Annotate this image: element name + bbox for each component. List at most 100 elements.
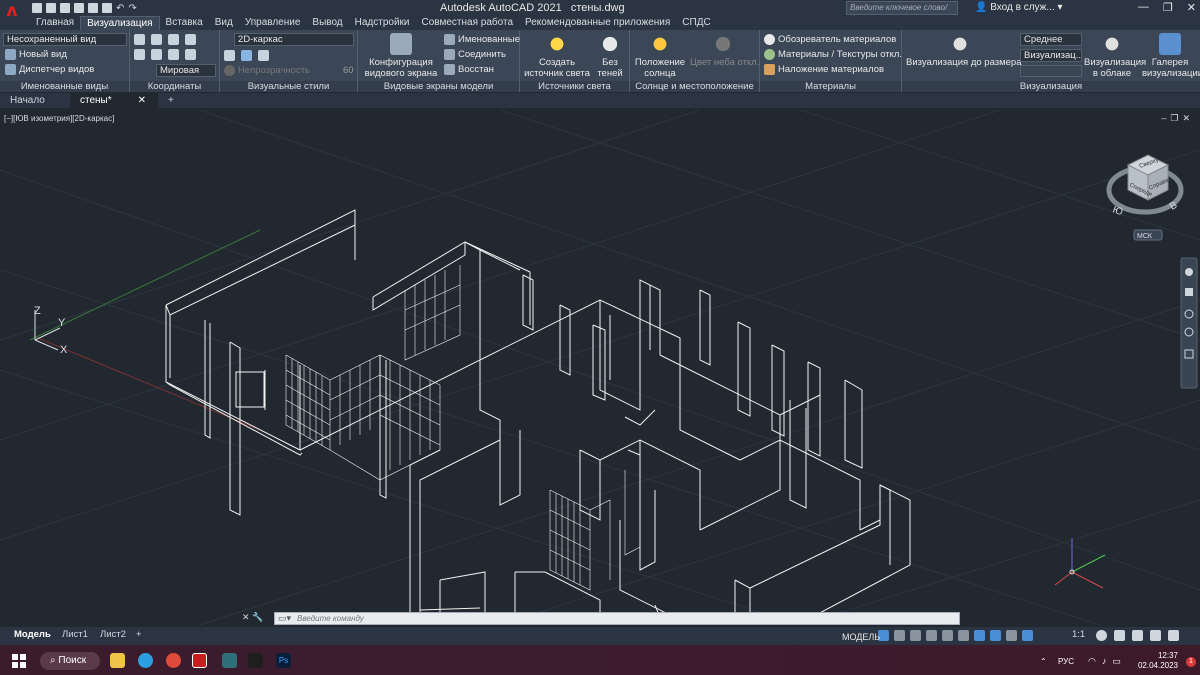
clock[interactable]: 12:37 02.04.2023 (1138, 651, 1178, 671)
face-icon[interactable] (241, 50, 252, 61)
no-shadows-button[interactable]: Без теней (594, 33, 626, 79)
annotation-scale[interactable]: 1:1 (1072, 629, 1085, 640)
maximize-icon[interactable]: ❐ (1163, 1, 1173, 14)
lineweight-toggle-icon[interactable] (990, 630, 1001, 641)
ucs-dropdown[interactable]: Мировая (156, 64, 216, 77)
tab-insert[interactable]: Вставка (160, 16, 209, 30)
render-environment[interactable] (1020, 65, 1082, 77)
render-quality-dropdown[interactable]: Среднее (1020, 33, 1082, 46)
ucs-world-icon[interactable] (151, 34, 162, 45)
battery-icon[interactable]: ▭ (1112, 656, 1121, 667)
drawing-canvas[interactable]: Z Y X Сверху Спереди Справа Ю В МСК (0, 110, 1200, 625)
named-view-dropdown[interactable]: Несохраненный вид (3, 33, 127, 46)
ucs-face-icon[interactable] (185, 49, 196, 60)
save-as-icon[interactable] (74, 3, 84, 13)
render-target-dropdown[interactable]: Визуализац... (1020, 49, 1082, 62)
new-view-button[interactable]: Новый вид (5, 49, 67, 60)
shadow-icon[interactable] (258, 50, 269, 61)
photoshop-icon[interactable]: Ps (276, 653, 291, 668)
close-icon[interactable]: ✕ (1187, 1, 1196, 14)
cart-icon[interactable]: ▾ (1057, 2, 1062, 13)
davinci-icon[interactable] (222, 653, 237, 668)
ortho-toggle-icon[interactable] (910, 630, 921, 641)
visual-style-dropdown[interactable]: 2D-каркас (234, 33, 354, 46)
ucs-icon[interactable] (134, 34, 145, 45)
annotation-visibility-icon[interactable] (1022, 630, 1033, 641)
isolate-icon[interactable] (1132, 630, 1143, 641)
customize-icon[interactable] (1168, 630, 1179, 641)
model-space-toggle[interactable]: МОДЕЛЬ (842, 632, 880, 642)
tab-visualization[interactable]: Визуализация (80, 16, 160, 30)
undo-icon[interactable]: ↶ (116, 3, 124, 14)
tab-manage[interactable]: Управление (239, 16, 307, 30)
tab-layout2[interactable]: Лист2 (100, 629, 126, 640)
viewcube[interactable]: Сверху Спереди Справа Ю В МСК (1106, 154, 1184, 241)
plus-icon[interactable] (1114, 630, 1125, 641)
view-manager-button[interactable]: Диспетчер видов (5, 64, 94, 75)
command-line[interactable]: ▭▾ Введите команду (274, 612, 960, 625)
render-to-size-button[interactable]: Визуализация до размера (906, 33, 1022, 68)
create-light-button[interactable]: Создать источник света (524, 33, 590, 79)
transparency-toggle-icon[interactable] (1006, 630, 1017, 641)
chrome-icon[interactable] (166, 653, 181, 668)
sky-color-button[interactable]: Цвет неба откл. (690, 33, 759, 68)
tab-collaborate[interactable]: Совместная работа (416, 16, 520, 30)
web-icon[interactable] (88, 3, 98, 13)
save-icon[interactable] (60, 3, 70, 13)
redo-icon[interactable]: ↷ (128, 3, 136, 14)
notification-badge[interactable]: 1 (1186, 657, 1196, 667)
figma-icon[interactable] (248, 653, 263, 668)
close-cmd-icon[interactable]: ✕ (242, 612, 250, 622)
command-input[interactable]: Введите команду (297, 613, 364, 625)
render-gallery-button[interactable]: Галерея визуализации (1142, 33, 1200, 79)
ucs-origin-icon[interactable] (134, 49, 145, 60)
print-icon[interactable] (102, 3, 112, 13)
file-explorer-icon[interactable] (110, 653, 125, 668)
tab-start[interactable]: Начало (0, 93, 70, 108)
sun-position-button[interactable]: Положение солнца (632, 33, 688, 79)
materials-textures-button[interactable]: Материалы / Текстуры откл. (764, 49, 902, 60)
minimize-icon[interactable]: — (1138, 1, 1149, 14)
tab-view[interactable]: Вид (209, 16, 239, 30)
ucs-y-icon[interactable] (185, 34, 196, 45)
navigation-bar[interactable] (1180, 257, 1198, 389)
help-search-input[interactable]: Введите ключевое слово/фразу (846, 1, 958, 24)
signin-button[interactable]: 👤 Вход в служ... ▾ (975, 2, 1063, 13)
pan-icon[interactable] (1185, 288, 1193, 296)
isodraft-toggle-icon[interactable] (942, 630, 953, 641)
new-tab-icon[interactable]: + (158, 93, 184, 108)
wrench-icon[interactable]: 🔧 (252, 612, 263, 622)
folder-icon[interactable] (46, 3, 56, 13)
command-prompt-icon[interactable]: ▭▾ (278, 613, 291, 624)
opacity-control[interactable]: Непрозрачность 60 (224, 65, 354, 76)
tab-output[interactable]: Вывод (306, 16, 348, 30)
model-viewport[interactable]: [−][ЮВ изометрия][2D-каркас] –❐✕ Z Y X С… (0, 110, 1200, 625)
cloud-render-button[interactable]: Визуализация в облаке (1084, 33, 1146, 79)
tab-featured-apps[interactable]: Рекомендованные приложения (519, 16, 676, 30)
snap-toggle-icon[interactable] (894, 630, 905, 641)
volume-icon[interactable]: ♪ (1102, 656, 1107, 667)
add-layout-icon[interactable]: + (136, 629, 142, 640)
polar-toggle-icon[interactable] (926, 630, 937, 641)
gear-icon[interactable] (1096, 630, 1107, 641)
fullscreen-icon[interactable] (1150, 630, 1161, 641)
viewport-config-button[interactable]: Конфигурация видового экрана (364, 33, 438, 79)
wifi-icon[interactable]: ◠ (1088, 656, 1096, 667)
tab-spds[interactable]: СПДС (676, 16, 716, 30)
close-tab-icon[interactable]: ✕ (138, 93, 146, 108)
osnap-toggle-icon[interactable] (974, 630, 985, 641)
materials-browser-button[interactable]: Обозреватель материалов (764, 34, 896, 45)
restore-button[interactable]: Восстан (444, 64, 494, 75)
tab-model[interactable]: Модель (14, 629, 51, 640)
open-icon[interactable] (32, 3, 42, 13)
steering-wheel-icon[interactable] (1185, 268, 1193, 276)
ucs-object-icon[interactable] (168, 49, 179, 60)
named-viewports-button[interactable]: Именованные (444, 34, 520, 45)
ucs-x-icon[interactable] (168, 34, 179, 45)
language-indicator[interactable]: РУС (1058, 657, 1074, 666)
windows-start-icon[interactable] (12, 654, 26, 668)
edge-icon[interactable] (224, 50, 235, 61)
osnap-track-toggle-icon[interactable] (958, 630, 969, 641)
join-button[interactable]: Соединить (444, 49, 506, 60)
apply-materials-button[interactable]: Наложение материалов (764, 64, 884, 75)
